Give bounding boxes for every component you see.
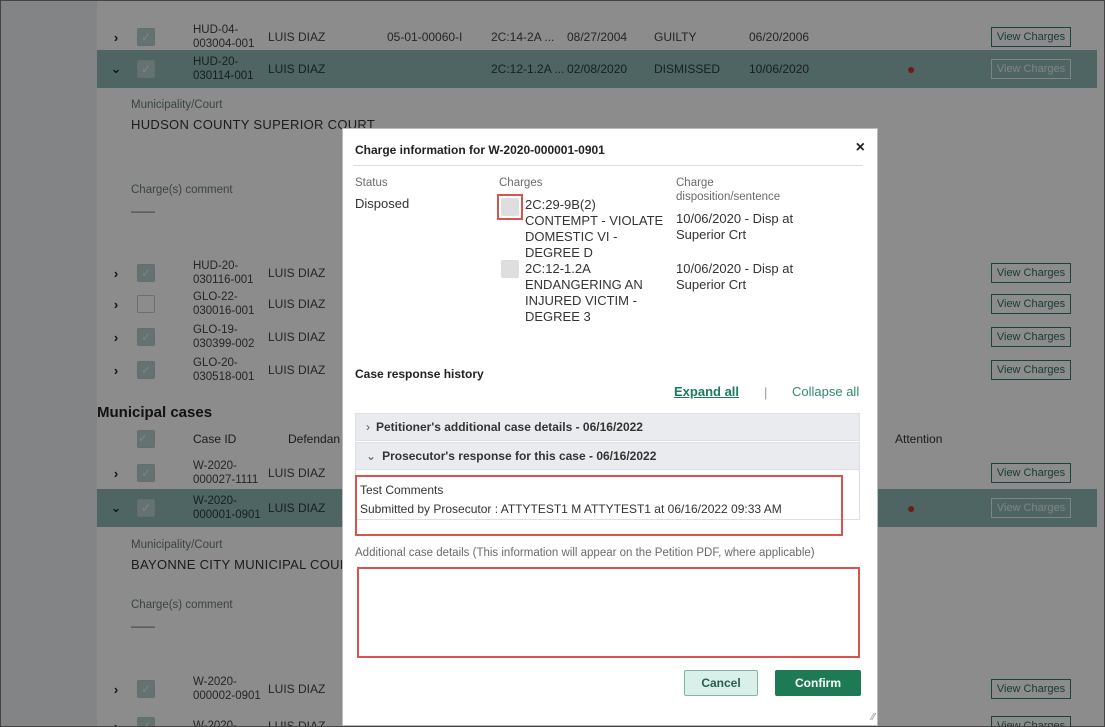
- additional-details-label: Additional case details (This informatio…: [355, 547, 815, 559]
- charge-disposition: 10/06/2020 - Disp at Superior Crt: [676, 261, 794, 292]
- cancel-button[interactable]: Cancel: [684, 670, 758, 696]
- chevron-right-icon: ›: [366, 420, 370, 434]
- charge-disposition: 10/06/2020 - Disp at Superior Crt: [676, 211, 794, 242]
- status-label: Status: [355, 177, 388, 189]
- modal-title: Charge information for W-2020-000001-090…: [355, 143, 605, 157]
- expand-all-link[interactable]: Expand all: [674, 384, 739, 399]
- disposition-label-line1: Charge: [676, 177, 714, 189]
- charge-text: 2C:12-1.2A ENDANGERING AN INJURED VICTIM…: [525, 261, 643, 324]
- status-value: Disposed: [355, 196, 410, 211]
- disposition-label-line2: disposition/sentence: [676, 191, 781, 203]
- charge-checkbox-highlight: [497, 194, 523, 220]
- additional-details-textarea[interactable]: [357, 567, 860, 658]
- accordion-title: Petitioner's additional case details - 0…: [376, 420, 643, 434]
- charge-checkbox[interactable]: [501, 260, 519, 278]
- link-separator: |: [764, 385, 768, 400]
- accordion-title: Prosecutor's response for this case - 06…: [382, 449, 657, 463]
- charge-info-modal: Charge information for W-2020-000001-090…: [342, 128, 878, 726]
- close-icon[interactable]: ×: [856, 139, 865, 157]
- resize-grip-icon[interactable]: ⁄⁄: [872, 712, 875, 723]
- comment-text: Test Comments: [360, 483, 444, 497]
- app-frame: › HUD-04-003004-001 LUIS DIAZ 05-01-0006…: [0, 0, 1105, 727]
- prosecutor-response-accordion[interactable]: ⌄ Prosecutor's response for this case - …: [355, 442, 860, 470]
- petitioner-details-accordion[interactable]: › Petitioner's additional case details -…: [355, 413, 860, 441]
- case-response-history-label: Case response history: [355, 367, 484, 381]
- charges-label: Charges: [499, 177, 543, 189]
- comment-submitted-by: Submitted by Prosecutor : ATTYTEST1 M AT…: [360, 502, 782, 516]
- title-divider: [353, 165, 863, 166]
- collapse-all-link[interactable]: Collapse all: [792, 384, 859, 399]
- confirm-button[interactable]: Confirm: [775, 670, 861, 696]
- charge-text: 2C:29-9B(2) CONTEMPT - VIOLATE DOMESTIC …: [525, 197, 664, 260]
- chevron-down-icon: ⌄: [366, 449, 377, 463]
